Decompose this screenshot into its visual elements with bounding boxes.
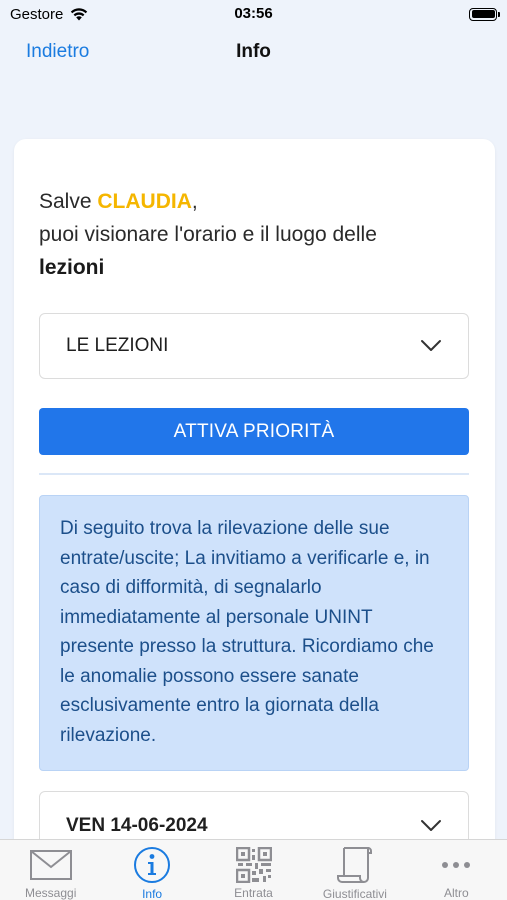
navigation-bar: Indietro Info xyxy=(0,32,507,76)
greeting-text: Salve CLAUDIA, puoi visionare l'orario e… xyxy=(39,185,469,284)
divider xyxy=(39,473,469,475)
lessons-dropdown-value: LE LEZIONI xyxy=(66,335,169,356)
qr-code-icon xyxy=(235,846,272,883)
chevron-down-icon xyxy=(421,340,441,351)
more-icon xyxy=(442,861,471,868)
tab-label: Entrata xyxy=(234,886,273,900)
wifi-icon xyxy=(71,8,88,21)
tab-label: Info xyxy=(142,887,163,900)
lessons-dropdown[interactable]: LE LEZIONI xyxy=(39,313,469,379)
battery-icon xyxy=(469,7,500,21)
battery-fill xyxy=(471,10,495,18)
envelope-icon xyxy=(29,849,72,880)
info-icon xyxy=(134,847,171,883)
content-card: Salve CLAUDIA, puoi visionare l'orario e… xyxy=(14,139,495,859)
status-bar: Gestore 03:56 xyxy=(0,0,507,28)
tab-giustificativi[interactable]: Giustificativi xyxy=(304,840,405,900)
greeting-line-2: puoi visionare l'orario e il luogo delle xyxy=(39,223,377,246)
tab-label: Messaggi xyxy=(25,886,77,900)
document-icon xyxy=(336,847,372,883)
date-dropdown-value: VEN 14-06-2024 xyxy=(66,815,208,836)
chevron-down-icon xyxy=(421,820,441,831)
carrier-label: Gestore xyxy=(10,5,64,23)
page-title: Info xyxy=(236,41,271,62)
tab-bar: Messaggi Info Entrata Giustificativi Alt… xyxy=(0,839,507,900)
greeting-comma: , xyxy=(191,190,198,213)
status-left: Gestore xyxy=(10,6,89,23)
info-alert: Di seguito trova la rilevazione delle su… xyxy=(39,495,469,771)
greeting-line-3: lezioni xyxy=(39,256,105,279)
tab-altro[interactable]: Altro xyxy=(406,840,507,900)
activate-priority-button[interactable]: ATTIVA PRIORITÀ xyxy=(39,408,469,455)
tab-label: Altro xyxy=(443,886,469,900)
tab-entrata[interactable]: Entrata xyxy=(203,840,304,900)
tab-messaggi[interactable]: Messaggi xyxy=(0,840,101,900)
tab-label: Giustificativi xyxy=(322,887,387,900)
user-name: CLAUDIA xyxy=(97,190,192,213)
tab-info[interactable]: Info xyxy=(101,840,202,900)
greeting-salutation: Salve xyxy=(39,190,92,213)
